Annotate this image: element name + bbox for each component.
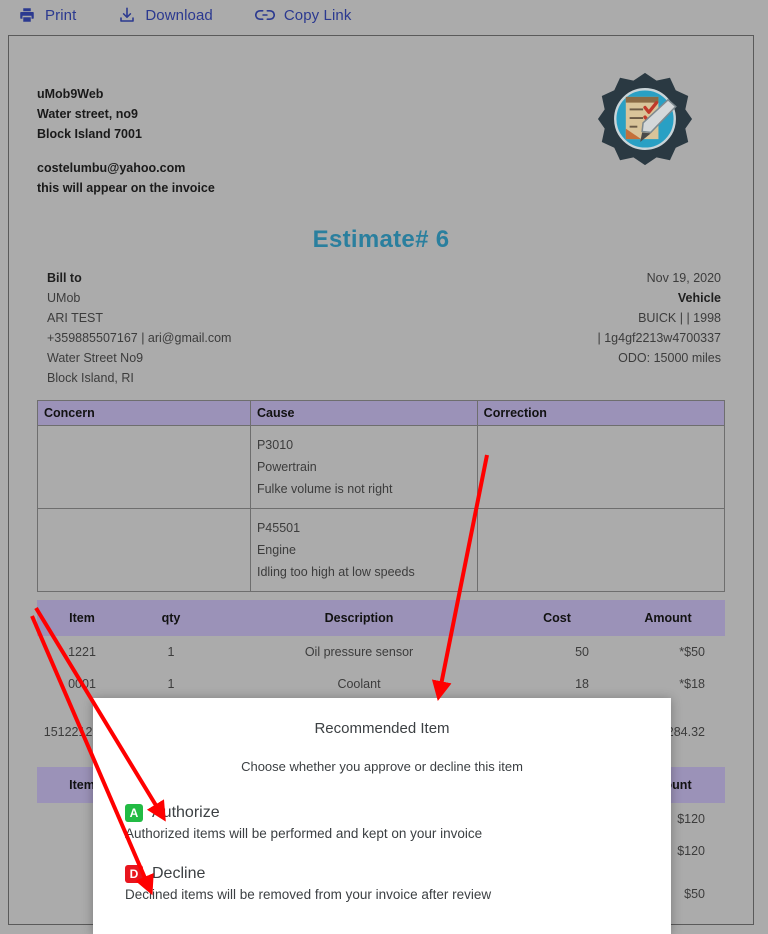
cell-cost: 18 bbox=[575, 677, 589, 691]
cause-system: Engine bbox=[256, 543, 296, 557]
gear-clipboard-logo-icon bbox=[597, 72, 693, 166]
cell-concern bbox=[37, 508, 251, 592]
cell-cause: P3010 Powertrain Fulke volume is not rig… bbox=[249, 425, 478, 509]
recommended-item-popup: Recommended Item Choose whether you appr… bbox=[93, 698, 671, 934]
document-date: Nov 19, 2020 bbox=[646, 271, 721, 285]
bill-to-heading: Bill to bbox=[47, 271, 82, 285]
column-header-cost: Cost bbox=[503, 600, 611, 636]
table-row: 0001 1 Coolant 18 *$18 bbox=[37, 668, 725, 700]
print-button[interactable]: Print bbox=[18, 6, 76, 24]
bill-to-block: Bill to UMob ARI TEST +359885507167 | ar… bbox=[37, 268, 231, 388]
column-header-concern: Concern bbox=[37, 400, 251, 426]
popup-title: Recommended Item bbox=[314, 720, 450, 737]
cell-correction bbox=[476, 425, 726, 509]
cell-cost: 50 bbox=[575, 645, 589, 659]
download-button[interactable]: Download bbox=[118, 6, 213, 24]
cause-note: Fulke volume is not right bbox=[256, 482, 393, 496]
download-button-label: Download bbox=[145, 6, 213, 24]
document-toolbar: Print Download Copy Link bbox=[0, 0, 768, 30]
decline-option[interactable]: D Decline Declined items will be removed… bbox=[123, 865, 641, 902]
vehicle-odometer: ODO: 15000 miles bbox=[618, 351, 721, 365]
company-email: costelumbu@yahoo.com bbox=[37, 161, 186, 175]
cell-concern bbox=[37, 425, 251, 509]
company-block: uMob9Web Water street, no9 Block Island … bbox=[37, 66, 215, 198]
column-header-qty: qty bbox=[127, 600, 215, 636]
cell-description: Oil pressure sensor bbox=[304, 645, 414, 659]
parties-block: Bill to UMob ARI TEST +359885507167 | ar… bbox=[37, 268, 725, 388]
cause-note: Idling too high at low speeds bbox=[256, 565, 415, 579]
company-city: Block Island 7001 bbox=[37, 127, 142, 141]
bill-to-contact: ARI TEST bbox=[47, 311, 104, 325]
company-note: this will appear on the invoice bbox=[37, 181, 215, 195]
bill-to-street: Water Street No9 bbox=[47, 351, 144, 365]
cell-item: 0001 bbox=[68, 677, 96, 691]
table-row: 1221 1 Oil pressure sensor 50 *$50 bbox=[37, 636, 725, 668]
copy-link-button-label: Copy Link bbox=[283, 6, 352, 24]
column-header-correction: Correction bbox=[476, 400, 726, 426]
print-button-label: Print bbox=[45, 6, 77, 24]
column-header-amount: Amount bbox=[611, 600, 725, 636]
bill-to-phone-email: +359885507167 | ari@gmail.com bbox=[47, 331, 232, 345]
cell-description: Coolant bbox=[337, 677, 381, 691]
column-header-description: Description bbox=[215, 600, 503, 636]
cell-amount: *$50 bbox=[679, 645, 705, 659]
company-name: uMob9Web bbox=[37, 87, 104, 101]
column-header-item: Item bbox=[37, 600, 127, 636]
authorize-option-header: A Authorize bbox=[125, 804, 641, 822]
cell-qty: 1 bbox=[167, 645, 175, 659]
column-header-cause: Cause bbox=[249, 400, 478, 426]
company-street: Water street, no9 bbox=[37, 107, 138, 121]
authorize-badge-icon: A bbox=[125, 804, 143, 822]
decline-badge-icon: D bbox=[125, 865, 143, 883]
vehicle-block: Nov 19, 2020 Vehicle BUICK | | 1998 | 1g… bbox=[598, 268, 726, 388]
link-icon bbox=[254, 6, 275, 24]
table-row: P45501 Engine Idling too high at low spe… bbox=[37, 508, 726, 592]
document-header: uMob9Web Water street, no9 Block Island … bbox=[37, 66, 725, 198]
bill-to-company: UMob bbox=[47, 291, 81, 305]
decline-option-title: Decline bbox=[152, 865, 206, 882]
table-header-row: Item qty Description Cost Amount bbox=[37, 600, 725, 636]
table-header-row: Concern Cause Correction bbox=[37, 400, 726, 426]
concern-cause-correction-table: Concern Cause Correction P3010 Powertrai… bbox=[37, 400, 726, 592]
cause-code: P45501 bbox=[256, 521, 301, 535]
company-logo bbox=[597, 71, 693, 167]
popup-subtitle: Choose whether you approve or decline th… bbox=[241, 759, 523, 774]
cell-cause: P45501 Engine Idling too high at low spe… bbox=[249, 508, 478, 592]
cell-item: 1221 bbox=[68, 645, 96, 659]
printer-icon bbox=[18, 6, 36, 24]
cell-qty: 1 bbox=[167, 677, 175, 691]
table-row: P3010 Powertrain Fulke volume is not rig… bbox=[37, 425, 726, 509]
page-title: Estimate# 6 bbox=[312, 226, 450, 253]
copy-link-button[interactable]: Copy Link bbox=[254, 6, 352, 24]
vehicle-make-year: BUICK | | 1998 bbox=[638, 311, 721, 325]
cause-code: P3010 bbox=[256, 438, 294, 452]
download-icon bbox=[118, 6, 136, 24]
cell-correction bbox=[476, 508, 726, 592]
cell-amount: *$18 bbox=[679, 677, 705, 691]
bill-to-city: Block Island, RI bbox=[47, 371, 134, 385]
authorize-option[interactable]: A Authorize Authorized items will be per… bbox=[123, 804, 641, 841]
decline-option-header: D Decline bbox=[125, 865, 641, 883]
authorize-option-title: Authorize bbox=[152, 804, 220, 821]
cause-system: Powertrain bbox=[256, 460, 317, 474]
authorize-option-description: Authorized items will be performed and k… bbox=[125, 826, 483, 841]
vehicle-heading: Vehicle bbox=[677, 291, 721, 305]
decline-option-description: Declined items will be removed from your… bbox=[125, 887, 492, 902]
vehicle-vin: | 1g4gf2213w4700337 bbox=[597, 331, 722, 345]
